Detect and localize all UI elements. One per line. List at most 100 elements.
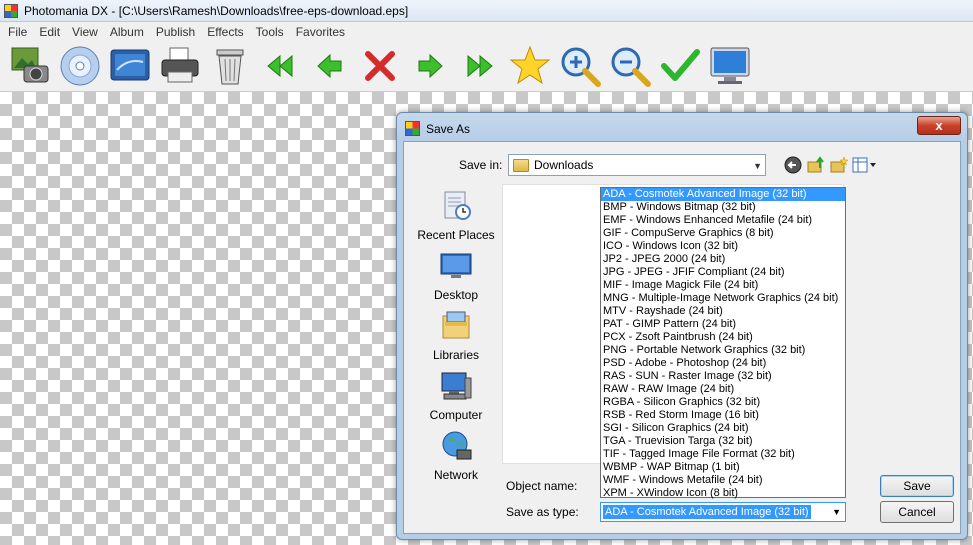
- delete-icon: [365, 51, 395, 81]
- next-button[interactable]: [406, 42, 454, 90]
- fullscreen-monitor-icon: [710, 47, 750, 84]
- dialog-body: Save in: Downloads ▼ Recent Places Deskt…: [403, 141, 961, 534]
- menu-edit[interactable]: Edit: [33, 25, 66, 39]
- chevron-down-icon: ▼: [832, 507, 841, 517]
- apply-check-icon: [661, 49, 700, 81]
- folder-nav-toolbar: [782, 154, 880, 176]
- zoom-out-button[interactable]: [606, 42, 654, 90]
- place-libraries[interactable]: Libraries: [410, 310, 502, 362]
- file-type-option[interactable]: BMP - Windows Bitmap (32 bit): [601, 201, 845, 214]
- libraries-icon: [442, 311, 470, 339]
- place-label: Libraries: [432, 348, 480, 362]
- close-icon: x: [935, 118, 943, 133]
- slideshow-monitor-icon: [110, 49, 150, 81]
- file-type-option[interactable]: ADA - Cosmotek Advanced Image (32 bit): [601, 188, 845, 201]
- view-menu-button[interactable]: [851, 154, 879, 176]
- slideshow-button[interactable]: [106, 42, 154, 90]
- previous-button[interactable]: [306, 42, 354, 90]
- print-button[interactable]: [156, 42, 204, 90]
- favorite-star-icon: [509, 45, 551, 85]
- camera-photo-button[interactable]: [6, 42, 54, 90]
- file-type-option[interactable]: ICO - Windows Icon (32 bit): [601, 240, 845, 253]
- delete-bin-button[interactable]: [206, 42, 254, 90]
- place-label: Desktop: [433, 288, 479, 302]
- save-in-select[interactable]: Downloads ▼: [508, 154, 766, 176]
- view-grid-icon: [852, 157, 876, 173]
- window-title: Photomania DX - [C:\Users\Ramesh\Downloa…: [24, 3, 409, 18]
- up-folder-button[interactable]: [805, 154, 827, 176]
- place-label: Computer: [429, 408, 483, 422]
- apply-button[interactable]: [656, 42, 704, 90]
- file-type-option[interactable]: RGBA - Silicon Graphics (32 bit): [601, 396, 845, 409]
- file-type-option[interactable]: TGA - Truevision Targa (32 bit): [601, 435, 845, 448]
- file-type-option[interactable]: PAT - GIMP Pattern (24 bit): [601, 318, 845, 331]
- zoom-in-icon: [561, 47, 601, 87]
- toolbar: [0, 41, 973, 92]
- place-label: Network: [433, 468, 478, 482]
- save-as-type-select[interactable]: ADA - Cosmotek Advanced Image (32 bit) ▼: [600, 502, 846, 522]
- file-type-option[interactable]: WBMP - WAP Bitmap (1 bit): [601, 461, 845, 474]
- save-as-type-value: ADA - Cosmotek Advanced Image (32 bit): [603, 505, 811, 519]
- save-as-dialog: Save As x Save in: Downloads ▼ Recent Pl…: [396, 112, 968, 540]
- cancel-button[interactable]: Cancel: [880, 501, 954, 523]
- file-type-option[interactable]: PCX - Zsoft Paintbrush (24 bit): [601, 331, 845, 344]
- first-button[interactable]: [256, 42, 304, 90]
- menu-album[interactable]: Album: [104, 25, 150, 39]
- zoom-in-button[interactable]: [556, 42, 604, 90]
- file-type-option[interactable]: EMF - Windows Enhanced Metafile (24 bit): [601, 214, 845, 227]
- printer-icon: [161, 47, 199, 83]
- place-computer[interactable]: Computer: [410, 370, 502, 422]
- app-icon: [405, 121, 420, 136]
- file-type-option[interactable]: WMF - Windows Metafile (24 bit): [601, 474, 845, 487]
- last-icon: [467, 54, 493, 78]
- place-label: Recent Places: [417, 228, 495, 242]
- last-button[interactable]: [456, 42, 504, 90]
- menu-bar: File Edit View Album Publish Effects Too…: [0, 22, 973, 41]
- file-type-option[interactable]: MNG - Multiple-Image Network Graphics (2…: [601, 292, 845, 305]
- back-button[interactable]: [782, 154, 804, 176]
- back-arrow-icon: [784, 156, 802, 174]
- camera-photo-icon: [11, 47, 49, 83]
- menu-view[interactable]: View: [66, 25, 104, 39]
- fullscreen-button[interactable]: [706, 42, 754, 90]
- file-type-option[interactable]: TIF - Tagged Image File Format (32 bit): [601, 448, 845, 461]
- file-type-option[interactable]: MTV - Rayshade (24 bit): [601, 305, 845, 318]
- window-titlebar: Photomania DX - [C:\Users\Ramesh\Downloa…: [0, 0, 973, 22]
- menu-publish[interactable]: Publish: [150, 25, 201, 39]
- trash-icon: [216, 49, 244, 85]
- menu-favorites[interactable]: Favorites: [290, 25, 351, 39]
- file-type-option[interactable]: MIF - Image Magick File (24 bit): [601, 279, 845, 292]
- dialog-titlebar: Save As: [405, 121, 470, 136]
- delete-button[interactable]: [356, 42, 404, 90]
- file-type-option[interactable]: GIF - CompuServe Graphics (8 bit): [601, 227, 845, 240]
- file-type-option[interactable]: PSD - Adobe - Photoshop (24 bit): [601, 357, 845, 370]
- file-type-option[interactable]: RAW - RAW Image (24 bit): [601, 383, 845, 396]
- file-type-option[interactable]: XPM - XWindow Icon (8 bit): [601, 487, 845, 500]
- save-as-type-label: Save as type:: [506, 505, 579, 519]
- desktop-icon: [440, 253, 472, 278]
- menu-file[interactable]: File: [2, 25, 33, 39]
- place-network[interactable]: Network: [410, 430, 502, 482]
- file-type-option[interactable]: RAS - SUN - Raster Image (32 bit): [601, 370, 845, 383]
- place-desktop[interactable]: Desktop: [410, 250, 502, 302]
- zoom-out-icon: [611, 47, 651, 87]
- place-recent-places[interactable]: Recent Places: [410, 190, 502, 242]
- menu-tools[interactable]: Tools: [250, 25, 290, 39]
- computer-icon: [441, 372, 472, 400]
- disc-button[interactable]: [56, 42, 104, 90]
- file-type-option[interactable]: RSB - Red Storm Image (16 bit): [601, 409, 845, 422]
- new-folder-button[interactable]: [828, 154, 850, 176]
- file-type-option[interactable]: SGI - Silicon Graphics (24 bit): [601, 422, 845, 435]
- up-folder-icon: [807, 156, 824, 173]
- network-icon: [442, 431, 472, 460]
- save-button[interactable]: Save: [880, 475, 954, 497]
- menu-effects[interactable]: Effects: [201, 25, 249, 39]
- new-folder-icon: [830, 156, 848, 173]
- file-type-option[interactable]: JPG - JPEG - JFIF Compliant (24 bit): [601, 266, 845, 279]
- first-icon: [267, 54, 293, 78]
- file-type-option[interactable]: PNG - Portable Network Graphics (32 bit): [601, 344, 845, 357]
- file-type-option[interactable]: JP2 - JPEG 2000 (24 bit): [601, 253, 845, 266]
- save-in-label: Save in:: [459, 158, 503, 172]
- close-button[interactable]: x: [917, 116, 961, 135]
- favorite-button[interactable]: [506, 42, 554, 90]
